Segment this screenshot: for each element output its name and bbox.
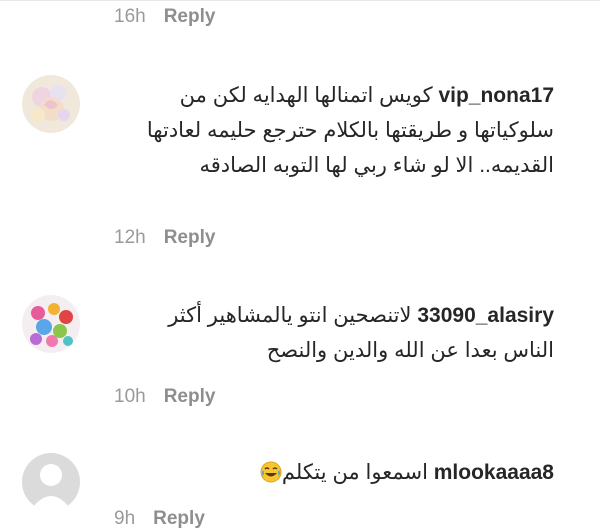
reply-button[interactable]: Reply <box>164 386 216 408</box>
comment-meta-row: 9h Reply <box>114 508 205 530</box>
comment-timestamp: 16h <box>114 6 146 27</box>
comment-username[interactable]: vip_nona17 <box>438 84 554 107</box>
comment-meta-row: 10h Reply <box>114 386 215 408</box>
top-divider <box>0 0 600 1</box>
comment-timestamp: 9h <box>114 508 136 529</box>
pastel-flower-avatar-icon[interactable] <box>22 75 80 133</box>
comment-body: mlookaaaa8 اسمعوا من يتكلم <box>114 455 554 490</box>
comment-body: vip_nona17 كويس اتمنالها الهدايه لكن من … <box>114 78 554 183</box>
comment-username[interactable]: mlookaaaa8 <box>434 461 554 484</box>
hearts-avatar-icon[interactable] <box>22 295 80 353</box>
comment-timestamp: 12h <box>114 227 146 248</box>
reply-button[interactable]: Reply <box>153 508 205 530</box>
comment-meta-row: 16h Reply <box>114 6 215 28</box>
comment-text: اسمعوا من يتكلم <box>281 461 428 484</box>
default-user-avatar-icon[interactable] <box>22 453 80 511</box>
comment-username[interactable]: 33090_alasiry <box>417 304 554 327</box>
comment-meta-row: 12h Reply <box>114 227 215 249</box>
face-with-tears-of-joy-icon <box>260 459 282 483</box>
reply-button[interactable]: Reply <box>164 227 216 249</box>
comment-body: 33090_alasiry لاتنصحين انتو يالمشاهير أك… <box>114 298 554 368</box>
reply-button[interactable]: Reply <box>164 6 216 28</box>
comment-timestamp: 10h <box>114 386 146 407</box>
